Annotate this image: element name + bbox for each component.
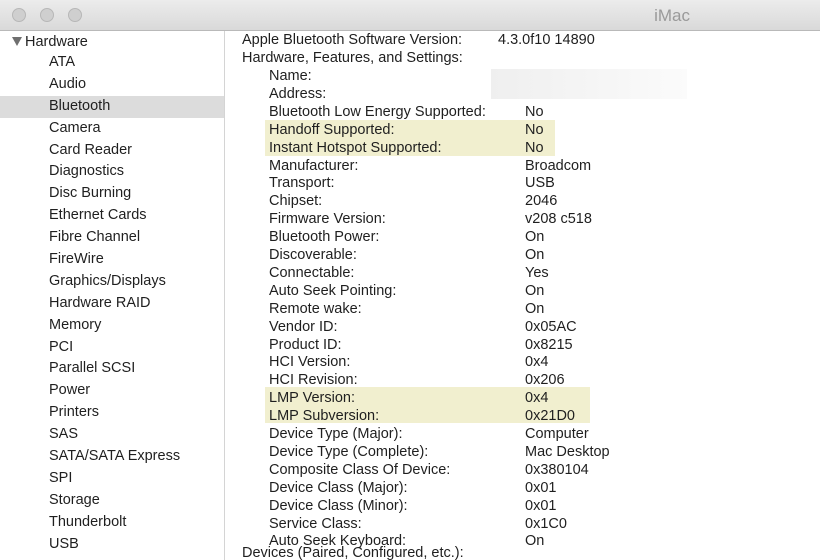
detail-label: Bluetooth Low Energy Supported:	[269, 103, 486, 120]
sidebar-item-firewire[interactable]: FireWire	[0, 249, 224, 271]
detail-label: Bluetooth Power:	[269, 229, 380, 246]
detail-value: On	[525, 247, 545, 263]
detail-value: 2046	[525, 193, 558, 210]
detail-value: No	[525, 103, 544, 120]
detail-label: Address:	[269, 85, 327, 102]
detail-label: Device Class (Major):	[269, 479, 408, 496]
sidebar-item-bluetooth[interactable]: Bluetooth	[0, 95, 224, 118]
sidebar-item-graphics-displays[interactable]: Graphics/Displays	[0, 271, 224, 293]
detail-value: Computer	[525, 426, 589, 442]
detail-label: Manufacturer:	[269, 157, 359, 174]
detail-value: 0x01	[525, 497, 557, 514]
detail-label: Remote wake:	[269, 300, 362, 317]
detail-label: Service Class:	[269, 515, 362, 532]
disclosure-triangle-icon[interactable]	[12, 36, 22, 46]
detail-value: 0x380104	[525, 461, 589, 478]
detail-label: Auto Seek Pointing:	[269, 282, 397, 299]
detail-value: Yes	[525, 264, 549, 281]
detail-value: No	[525, 121, 544, 138]
sidebar-item-sas[interactable]: SAS	[0, 424, 224, 446]
sidebar-item-ethernet-cards[interactable]: Ethernet Cards	[0, 205, 224, 227]
sidebar-item-memory[interactable]: Memory	[0, 315, 224, 337]
detail-value: 0x4	[525, 390, 549, 407]
detail-value: On	[525, 282, 545, 299]
detail-value: 0x05AC	[525, 318, 577, 335]
devices-label: Devices (Paired, Configured, etc.):	[242, 545, 464, 560]
sidebar-section-hardware[interactable]: Hardware	[12, 31, 88, 53]
sidebar-item-pci[interactable]: PCI	[0, 337, 224, 359]
detail-value: 0x8215	[525, 336, 573, 353]
section-label: Hardware, Features, and Settings:	[242, 50, 463, 66]
sidebar-item-diagnostics[interactable]: Diagnostics	[0, 161, 224, 183]
detail-pane: Apple Bluetooth Software Version: 4.3.0f…	[225, 31, 820, 560]
detail-label: Connectable:	[269, 264, 355, 281]
detail-value: 0x01	[525, 479, 557, 496]
software-version-value: 4.3.0f10 14890	[498, 32, 595, 48]
sidebar-item-storage[interactable]: Storage	[0, 490, 224, 512]
detail-value: 0x21D0	[525, 408, 575, 425]
detail-label: Instant Hotspot Supported:	[269, 139, 442, 156]
sidebar-item-fibre-channel[interactable]: Fibre Channel	[0, 227, 224, 249]
window-title: iMac	[654, 6, 690, 25]
detail-label: Discoverable:	[269, 247, 357, 263]
detail-label: LMP Version:	[269, 390, 355, 407]
detail-label: Device Type (Complete):	[269, 443, 429, 460]
detail-label: Device Class (Minor):	[269, 497, 408, 514]
sidebar-item-printers[interactable]: Printers	[0, 402, 224, 424]
detail-label: Transport:	[269, 175, 335, 192]
title-bar: iMac	[0, 0, 820, 31]
detail-value: No	[525, 139, 544, 156]
sidebar-item-camera[interactable]: Camera	[0, 118, 224, 140]
software-version-label: Apple Bluetooth Software Version:	[242, 32, 463, 48]
detail-value: On	[525, 533, 545, 550]
detail-label: HCI Version:	[269, 354, 351, 371]
sidebar-item-sata-sata-express[interactable]: SATA/SATA Express	[0, 446, 224, 468]
sidebar-item-spi[interactable]: SPI	[0, 468, 224, 490]
detail-value: 0x206	[525, 372, 565, 389]
detail-label: Firmware Version:	[269, 211, 386, 228]
sidebar-list: ATA Audio Bluetooth Camera Card Reader Diagno…	[0, 52, 224, 555]
detail-label: Vendor ID:	[269, 318, 338, 335]
detail-value: On	[525, 300, 545, 317]
sidebar-item-audio[interactable]: Audio	[0, 74, 224, 96]
detail-value: 0x1C0	[525, 515, 567, 532]
sidebar-item-card-reader[interactable]: Card Reader	[0, 140, 224, 162]
detail-value: Broadcom	[525, 157, 592, 174]
sidebar-item-thunderbolt[interactable]: Thunderbolt	[0, 512, 224, 534]
sidebar-item-power[interactable]: Power	[0, 380, 224, 402]
detail-label: Name:	[269, 68, 312, 84]
sidebar-item-disc-burning[interactable]: Disc Burning	[0, 183, 224, 205]
detail-value: USB	[525, 175, 555, 192]
detail-value: v208 c518	[525, 211, 592, 228]
detail-label: LMP Subversion:	[269, 408, 380, 425]
sidebar-section-label: Hardware	[25, 34, 88, 50]
detail-value: Mac Desktop	[525, 443, 610, 460]
detail-label: Handoff Supported:	[269, 121, 395, 138]
sidebar-item-parallel-scsi[interactable]: Parallel SCSI	[0, 358, 224, 380]
detail-label: Chipset:	[269, 193, 323, 210]
sidebar-item-hardware-raid[interactable]: Hardware RAID	[0, 293, 224, 315]
detail-value: 0x4	[525, 354, 549, 371]
sidebar: Hardware ATA Audio Bluetooth Camera Card Rea…	[0, 31, 225, 560]
detail-value: On	[525, 229, 545, 246]
sidebar-item-usb[interactable]: USB	[0, 534, 224, 556]
detail-label: Composite Class Of Device:	[269, 461, 451, 478]
sidebar-item-ata[interactable]: ATA	[0, 52, 224, 74]
detail-label: Device Type (Major):	[269, 426, 403, 442]
detail-label: Product ID:	[269, 336, 342, 353]
redacted-name-address	[491, 69, 687, 99]
detail-label: HCI Revision:	[269, 372, 358, 389]
